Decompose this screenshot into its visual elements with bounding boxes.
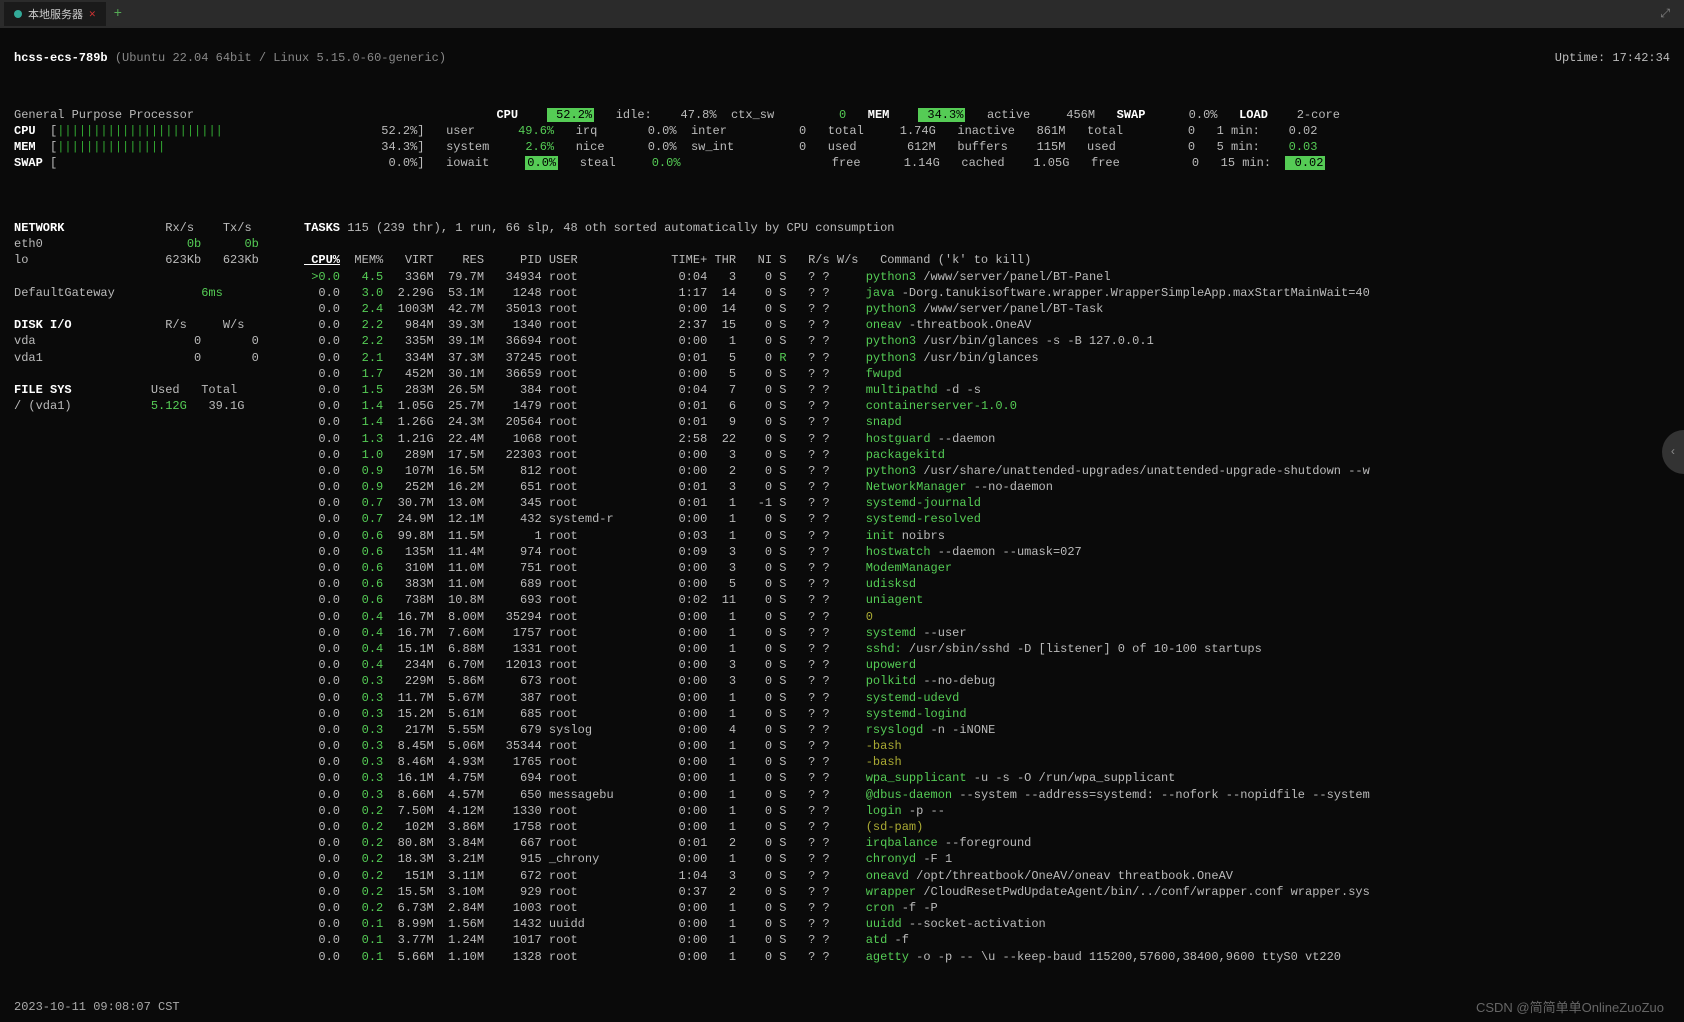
watermark: CSDN @简简单单OnlineZuoZuo (1476, 997, 1664, 1016)
add-tab-button[interactable]: + (114, 6, 122, 22)
close-icon[interactable]: ✕ (89, 7, 96, 21)
uptime-value: 17:42:34 (1612, 51, 1670, 65)
tab-label: 本地服务器 (28, 6, 83, 22)
timestamp: 2023-10-11 09:08:07 CST (14, 1000, 180, 1014)
tab-bar: 本地服务器 ✕ + ⤢ (0, 0, 1684, 28)
hostname: hcss-ecs-789b (14, 51, 108, 65)
os-info: (Ubuntu 22.04 64bit / Linux 5.15.0-60-ge… (115, 51, 446, 65)
uptime-label: Uptime: (1555, 51, 1605, 65)
expand-icon[interactable]: ⤢ (1660, 7, 1670, 21)
terminal: hcss-ecs-789b (Ubuntu 22.04 64bit / Linu… (0, 28, 1684, 987)
tab-local-server[interactable]: 本地服务器 ✕ (4, 2, 106, 26)
status-dot-icon (14, 10, 22, 18)
